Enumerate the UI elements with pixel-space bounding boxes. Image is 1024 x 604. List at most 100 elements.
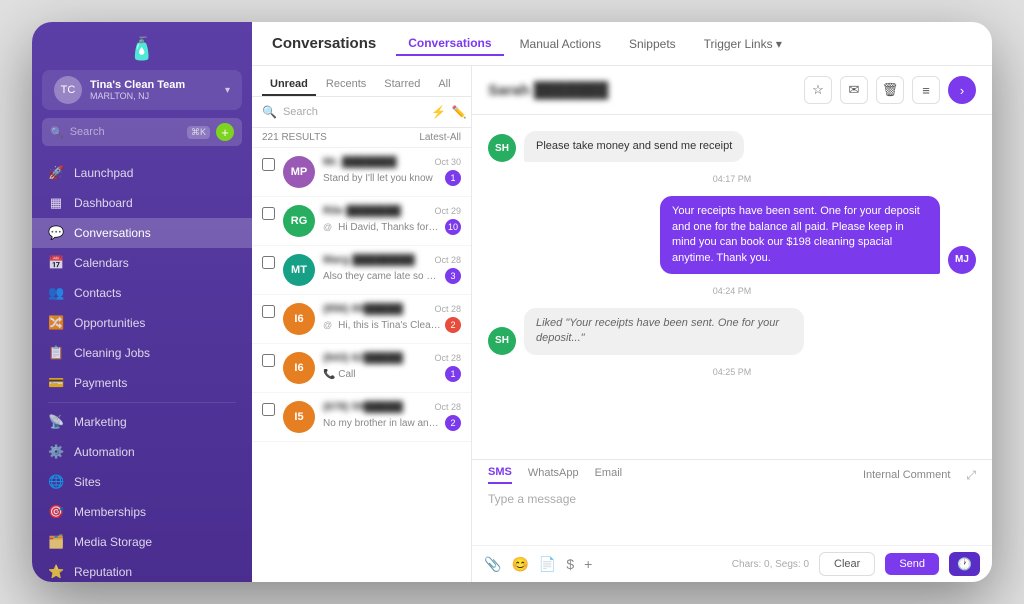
- sidebar-item-label: Contacts: [74, 286, 121, 300]
- sidebar-item-calendars[interactable]: 📅 Calendars: [32, 248, 252, 278]
- dashboard-icon: ▦: [48, 195, 64, 211]
- conv-checkbox[interactable]: [262, 354, 275, 367]
- conv-checkbox[interactable]: [262, 403, 275, 416]
- sidebar-item-cleaning-jobs[interactable]: 📋 Cleaning Jobs: [32, 338, 252, 368]
- search-input[interactable]: [70, 126, 181, 138]
- tab-email[interactable]: Email: [595, 467, 623, 483]
- conv-name: Mr. ███████: [323, 156, 397, 168]
- send-button[interactable]: Send: [885, 553, 939, 575]
- reputation-icon: ⭐: [48, 564, 64, 580]
- sidebar-item-media-storage[interactable]: 🗂️ Media Storage: [32, 527, 252, 557]
- internal-comment-label[interactable]: Internal Comment: [863, 469, 950, 481]
- add-button[interactable]: +: [216, 123, 234, 141]
- sidebar-logo: 🧴: [32, 22, 252, 70]
- conv-checkbox[interactable]: [262, 256, 275, 269]
- list-item[interactable]: MT Marg ████████ Oct 28 Also they came l…: [252, 246, 471, 295]
- memberships-icon: 🎯: [48, 504, 64, 520]
- dollar-icon[interactable]: $: [566, 556, 574, 572]
- sidebar: 🧴 TC Tina's Clean Team MARLTON, NJ ▾ 🔍 ⌘…: [32, 22, 252, 582]
- message-bubble: Liked "Your receipts have been sent. One…: [524, 308, 804, 355]
- expand-button[interactable]: ›: [948, 76, 976, 104]
- conv-preview: Hi, this is Tina's Clean Team. I sa...: [338, 320, 441, 331]
- tab-starred[interactable]: Starred: [376, 74, 428, 96]
- sidebar-item-contacts[interactable]: 👥 Contacts: [32, 278, 252, 308]
- top-nav-tabs: Conversations Manual Actions Snippets Tr…: [396, 32, 794, 56]
- menu-button[interactable]: ≡: [912, 76, 940, 104]
- unread-badge: 1: [445, 366, 461, 382]
- page-title: Conversations: [272, 35, 376, 52]
- chat-input-field: [472, 484, 992, 545]
- list-item[interactable]: I6 (856) 89█████ Oct 28 @ Hi, this is Ti…: [252, 295, 471, 344]
- conv-checkbox[interactable]: [262, 305, 275, 318]
- sidebar-item-label: Sites: [74, 475, 101, 489]
- conv-search-input[interactable]: [283, 106, 425, 118]
- conv-checkbox[interactable]: [262, 158, 275, 171]
- sidebar-item-conversations[interactable]: 💬 Conversations: [32, 218, 252, 248]
- avatar: TC: [54, 76, 82, 104]
- chevron-down-icon: ▾: [225, 85, 230, 96]
- sidebar-item-automation[interactable]: ⚙️ Automation: [32, 437, 252, 467]
- sidebar-item-dashboard[interactable]: ▦ Dashboard: [32, 188, 252, 218]
- conv-info: Mr. ███████ Oct 30 Stand by I'll let you…: [323, 156, 461, 186]
- avatar: MT: [283, 254, 315, 286]
- sidebar-item-reputation[interactable]: ⭐ Reputation: [32, 557, 252, 582]
- conv-info: (843) 62█████ Oct 28 📞 Call 1: [323, 352, 461, 382]
- tab-whatsapp[interactable]: WhatsApp: [528, 467, 579, 483]
- sidebar-item-payments[interactable]: 💳 Payments: [32, 368, 252, 398]
- top-nav: Conversations Conversations Manual Actio…: [252, 22, 992, 66]
- tab-sms[interactable]: SMS: [488, 466, 512, 484]
- edit-icon[interactable]: ✏️: [452, 105, 467, 119]
- tab-snippets[interactable]: Snippets: [617, 33, 688, 55]
- tab-manual-actions[interactable]: Manual Actions: [508, 33, 613, 55]
- sidebar-item-sites[interactable]: 🌐 Sites: [32, 467, 252, 497]
- email-button[interactable]: ✉: [840, 76, 868, 104]
- conv-list-tabs: Unread Recents Starred All: [252, 66, 471, 97]
- media-storage-icon: 🗂️: [48, 534, 64, 550]
- sidebar-account[interactable]: TC Tina's Clean Team MARLTON, NJ ▾: [42, 70, 242, 110]
- unread-badge: 3: [445, 268, 461, 284]
- unread-badge: 10: [445, 219, 461, 235]
- char-count: Chars: 0, Segs: 0: [732, 559, 809, 570]
- message-row: SH Please take money and send me receipt: [488, 131, 976, 162]
- expand-icon[interactable]: ⤢: [966, 468, 976, 483]
- conversation-layout: Unread Recents Starred All 🔍 ⚡ ✏️ 221 RE…: [252, 66, 992, 582]
- sidebar-item-opportunities[interactable]: 🔀 Opportunities: [32, 308, 252, 338]
- add-icon[interactable]: +: [584, 556, 592, 572]
- delete-button[interactable]: 🗑: [876, 76, 904, 104]
- payments-icon: 💳: [48, 375, 64, 391]
- tab-recents[interactable]: Recents: [318, 74, 374, 96]
- sidebar-item-label: Dashboard: [74, 196, 133, 210]
- conversations-icon: 💬: [48, 225, 64, 241]
- sidebar-item-marketing[interactable]: 📡 Marketing: [32, 407, 252, 437]
- send-schedule-button[interactable]: 🕐: [949, 552, 980, 576]
- list-item[interactable]: RG Rile ███████ Oct 29 @ Hi David, Thank…: [252, 197, 471, 246]
- sidebar-item-label: Launchpad: [74, 166, 133, 180]
- list-item[interactable]: MP Mr. ███████ Oct 30 Stand by I'll let …: [252, 148, 471, 197]
- filter-icon[interactable]: ⚡: [431, 105, 446, 119]
- launchpad-icon: 🚀: [48, 165, 64, 181]
- document-icon[interactable]: 📄: [539, 556, 556, 573]
- message-input[interactable]: [488, 492, 976, 532]
- emoji-icon[interactable]: 😊: [511, 556, 528, 573]
- tab-unread[interactable]: Unread: [262, 74, 316, 96]
- conv-info: Marg ████████ Oct 28 Also they came late…: [323, 254, 461, 284]
- tab-all[interactable]: All: [430, 74, 458, 96]
- unread-badge: 2: [445, 317, 461, 333]
- attach-icon[interactable]: 📎: [484, 556, 501, 573]
- sidebar-item-launchpad[interactable]: 🚀 Launchpad: [32, 158, 252, 188]
- sort-label[interactable]: Latest-All: [419, 132, 461, 143]
- conv-date: Oct 28: [434, 304, 461, 314]
- list-item[interactable]: I5 (678) 59█████ Oct 28 No my brother in…: [252, 393, 471, 442]
- conv-name: (856) 89█████: [323, 303, 403, 315]
- marketing-icon: 📡: [48, 414, 64, 430]
- message-bubble: Please take money and send me receipt: [524, 131, 744, 162]
- star-button[interactable]: ☆: [804, 76, 832, 104]
- tab-conversations[interactable]: Conversations: [396, 32, 503, 56]
- clear-button[interactable]: Clear: [819, 552, 875, 576]
- tab-trigger-links[interactable]: Trigger Links ▾: [692, 33, 794, 55]
- sidebar-item-memberships[interactable]: 🎯 Memberships: [32, 497, 252, 527]
- chat-header: Sarah ███████ ☆ ✉ 🗑 ≡ ›: [472, 66, 992, 115]
- conv-date: Oct 30: [434, 157, 461, 167]
- conv-checkbox[interactable]: [262, 207, 275, 220]
- list-item[interactable]: I6 (843) 62█████ Oct 28 📞 Call 1: [252, 344, 471, 393]
